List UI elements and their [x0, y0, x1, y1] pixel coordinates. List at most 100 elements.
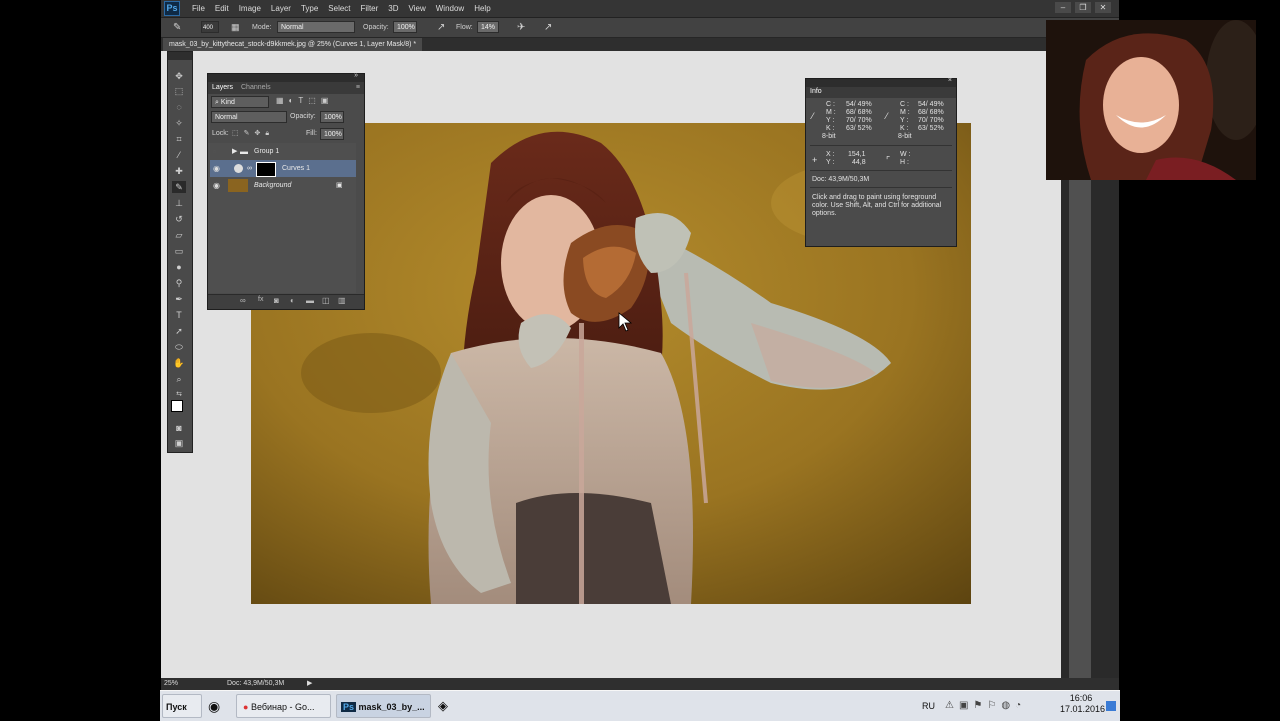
- tab-info[interactable]: Info: [810, 88, 822, 95]
- path-select-tool-icon[interactable]: ➚: [172, 325, 186, 337]
- minimize-button[interactable]: –: [1055, 2, 1071, 13]
- brush-tool-icon[interactable]: ✎: [173, 18, 181, 37]
- healing-tool-icon[interactable]: ✚: [172, 165, 186, 177]
- quick-select-tool-icon[interactable]: ✧: [172, 117, 186, 129]
- mode-select[interactable]: Normal: [277, 21, 355, 33]
- menu-3d[interactable]: 3D: [383, 0, 403, 17]
- quick-launch-browser-icon[interactable]: ◉: [208, 694, 220, 718]
- panel-menu-icon[interactable]: ≡: [356, 82, 360, 94]
- pen-tool-icon[interactable]: ✒: [172, 293, 186, 305]
- info-panel-titlebar[interactable]: ×: [806, 77, 956, 87]
- start-button[interactable]: Пуск: [162, 694, 202, 718]
- document-tab[interactable]: mask_03_by_kittythecat_stock-d9kkmek.jpg…: [163, 38, 423, 51]
- screen-mode-icon[interactable]: ▣: [172, 437, 186, 449]
- taskbar-app-icon[interactable]: ◈: [438, 694, 448, 718]
- menu-bar: Ps File Edit Image Layer Type Select Fil…: [161, 0, 1119, 18]
- menu-window[interactable]: Window: [431, 0, 469, 17]
- menu-select[interactable]: Select: [323, 0, 355, 17]
- dodge-tool-icon[interactable]: ⚲: [172, 277, 186, 289]
- taskbar-button-chrome[interactable]: ● Вебинар - Go...: [236, 694, 331, 718]
- cmyk-c-label: C :: [826, 101, 835, 108]
- menu-help[interactable]: Help: [469, 0, 495, 17]
- cmyk-y-value: 70/ 70%: [918, 117, 944, 124]
- layer-row-group[interactable]: ▫ ▶ ▬ Group 1: [210, 143, 356, 160]
- h-label: H :: [900, 159, 909, 166]
- menu-edit[interactable]: Edit: [210, 0, 234, 17]
- blend-mode-select[interactable]: Normal: [211, 111, 287, 123]
- brush-size-picker[interactable]: 400: [201, 21, 219, 33]
- cmyk-m-label: M :: [900, 109, 910, 116]
- pressure-size-icon[interactable]: ↗: [544, 18, 552, 37]
- layer-mask-thumbnail[interactable]: [256, 162, 276, 177]
- menu-type[interactable]: Type: [296, 0, 323, 17]
- lasso-tool-icon[interactable]: ◌: [172, 101, 186, 113]
- layer-row-background[interactable]: ◉ Background ▣: [210, 177, 356, 194]
- flow-input[interactable]: 14%: [477, 21, 499, 33]
- restore-button[interactable]: ❐: [1075, 2, 1091, 13]
- type-tool-icon[interactable]: T: [172, 309, 186, 321]
- chain-link-icon[interactable]: ∞: [247, 160, 252, 177]
- filter-kind-label: Kind: [220, 99, 235, 106]
- opacity-input[interactable]: 100%: [393, 21, 417, 33]
- filter-icons[interactable]: ▦◐T⬚▣: [276, 96, 333, 105]
- zoom-tool-icon[interactable]: ⌕: [172, 373, 186, 385]
- blur-tool-icon[interactable]: ●: [172, 261, 186, 273]
- taskbar-button-photoshop[interactable]: Ps mask_03_by_...: [336, 694, 431, 718]
- tab-channels[interactable]: Channels: [241, 82, 271, 94]
- filter-kind-select[interactable]: ⌕ Kind: [211, 96, 269, 108]
- shape-tool-icon[interactable]: ⬭: [172, 341, 186, 353]
- pressure-opacity-icon[interactable]: ↗: [437, 18, 445, 37]
- mask-icon[interactable]: ◙: [274, 296, 279, 305]
- brush-panel-icon[interactable]: ▦: [231, 18, 240, 37]
- zoom-readout[interactable]: 25%: [164, 678, 178, 690]
- visibility-toggle-off[interactable]: ▫: [213, 143, 216, 160]
- tab-layers[interactable]: Layers: [212, 82, 233, 94]
- group-expand-icon[interactable]: ▶: [232, 143, 237, 160]
- lock-icons[interactable]: ⬚✎✥🔒︎: [232, 128, 274, 140]
- menu-view[interactable]: View: [404, 0, 431, 17]
- adjustment-icon[interactable]: ◐: [290, 296, 295, 305]
- crop-tool-icon[interactable]: ⌗: [172, 133, 186, 145]
- eraser-tool-icon[interactable]: ▱: [172, 229, 186, 241]
- eye-icon[interactable]: ◉: [213, 160, 220, 177]
- clock-date: 17.01.2016: [1060, 704, 1106, 714]
- collapse-icon[interactable]: »: [354, 72, 358, 79]
- tools-panel: ✥ ⬚ ◌ ✧ ⌗ ⁄ ✚ ✎ ⊥ ↺ ▱ ▭ ● ⚲ ✒ T ➚ ⬭ ✋ ⌕ …: [167, 51, 193, 453]
- fx-icon[interactable]: fx: [258, 296, 263, 303]
- system-tray-icons[interactable]: ⚠▣⚑⚐◍◔: [945, 694, 1026, 718]
- history-brush-tool-icon[interactable]: ↺: [172, 213, 186, 225]
- show-desktop-button[interactable]: [1106, 701, 1116, 711]
- new-layer-icon[interactable]: ◫: [322, 296, 330, 305]
- cmyk-k-label: K :: [900, 125, 909, 132]
- foreground-color-swatch[interactable]: [171, 400, 183, 412]
- close-icon[interactable]: ×: [948, 77, 952, 84]
- eyedropper-tool-icon[interactable]: ⁄: [172, 149, 186, 161]
- menu-layer[interactable]: Layer: [266, 0, 296, 17]
- eye-icon[interactable]: ◉: [213, 177, 220, 194]
- hand-tool-icon[interactable]: ✋: [172, 357, 186, 369]
- brush-tool-icon[interactable]: ✎: [172, 181, 186, 193]
- clock[interactable]: 16:06 17.01.2016: [1060, 693, 1106, 717]
- quick-mask-icon[interactable]: ◙: [172, 422, 186, 434]
- bit-depth: 8-bit: [822, 133, 836, 140]
- language-indicator[interactable]: RU: [922, 694, 935, 718]
- link-icon[interactable]: ∞: [240, 296, 246, 305]
- move-tool-icon[interactable]: ✥: [172, 70, 186, 82]
- layer-row-curves[interactable]: ◉ ∞ Curves 1: [210, 160, 356, 177]
- tools-panel-grip[interactable]: [168, 52, 192, 60]
- trash-icon[interactable]: ▥: [338, 296, 346, 305]
- stamp-tool-icon[interactable]: ⊥: [172, 197, 186, 209]
- close-button[interactable]: ✕: [1095, 2, 1111, 13]
- folder-icon[interactable]: ▬: [306, 296, 314, 305]
- layers-panel-titlebar[interactable]: »: [208, 72, 364, 82]
- airbrush-icon[interactable]: ✈: [517, 18, 525, 37]
- menu-filter[interactable]: Filter: [356, 0, 384, 17]
- menu-file[interactable]: File: [187, 0, 210, 17]
- menu-image[interactable]: Image: [234, 0, 266, 17]
- gradient-tool-icon[interactable]: ▭: [172, 245, 186, 257]
- marquee-tool-icon[interactable]: ⬚: [172, 85, 186, 97]
- cmyk-c-value: 54/ 49%: [918, 101, 944, 108]
- status-menu-icon[interactable]: ▶: [307, 678, 312, 690]
- fill-input[interactable]: 100%: [320, 128, 344, 140]
- layer-opacity-input[interactable]: 100%: [320, 111, 344, 123]
